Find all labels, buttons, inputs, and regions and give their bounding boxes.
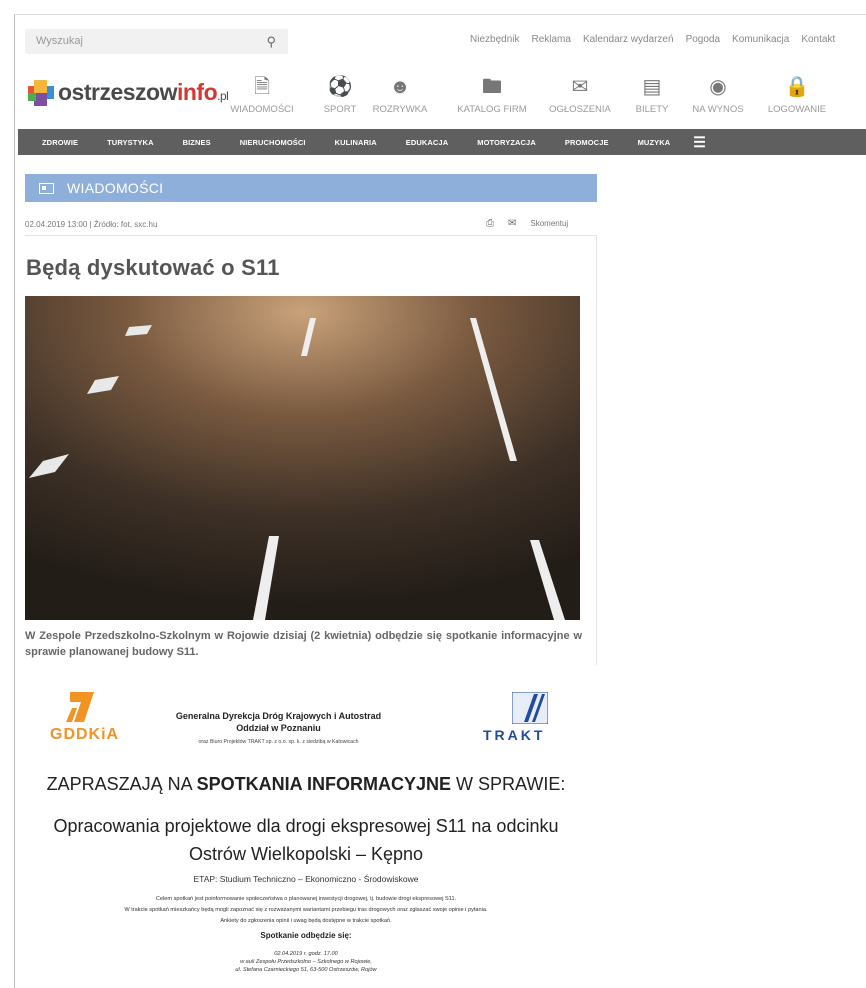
comment-link[interactable]: Skomentuj: [530, 219, 568, 228]
masks-icon: ☻: [389, 76, 411, 98]
section-header: WIADOMOŚCI: [25, 174, 597, 202]
nav-katalog-firm[interactable]: 🖿 KATALOG FIRM: [457, 74, 526, 115]
nav-nieruchomosci[interactable]: NIERUCHOMOŚCI: [240, 138, 306, 147]
nav-kulinaria[interactable]: KULINARIA: [335, 138, 377, 147]
nav-zdrowie[interactable]: ZDROWIE: [42, 138, 78, 147]
article-meta: 02.04.2019 13:00 | Źródło: fot. sxc.hu: [25, 220, 158, 229]
column-divider: [596, 235, 597, 665]
tickets-icon: ▤: [642, 76, 662, 98]
toplink-pogoda[interactable]: Pogoda: [686, 34, 720, 45]
search-box[interactable]: Wyszukaj ⚲: [25, 29, 288, 54]
category-nav: ZDROWIE TURYSTYKA BIZNES NIERUCHOMOŚCI K…: [18, 129, 866, 155]
nav-rozrywka[interactable]: ☻ ROZRYWKA: [373, 74, 428, 115]
folder-icon: 🖿: [481, 76, 502, 98]
divider: [25, 235, 597, 236]
trakt-logo-icon: [511, 691, 549, 729]
plate-icon: ◉: [709, 76, 727, 98]
gddkia-logo-icon: [64, 690, 96, 729]
poster-body: Celem spotkań jest poinformowanie społec…: [124, 896, 488, 924]
hamburger-menu-icon[interactable]: ☰: [693, 134, 706, 151]
nav-wiadomosci[interactable]: 🗎 WIADOMOŚCI: [230, 74, 293, 115]
top-links: Niezbędnik Reklama Kalendarz wydarzeń Po…: [470, 34, 866, 45]
article-actions: ⎙ ✉ Skomentuj: [486, 218, 568, 229]
mail-icon[interactable]: ✉: [508, 218, 516, 229]
toplink-kalendarz[interactable]: Kalendarz wydarzeń: [583, 34, 674, 45]
nav-muzyka[interactable]: MUZYKA: [638, 138, 671, 147]
toplink-niezbednik[interactable]: Niezbędnik: [470, 34, 519, 45]
newspaper-icon: [39, 182, 54, 194]
article-lead: W Zespole Przedszkolno-Szkolnym w Rojowi…: [25, 630, 582, 658]
nav-logowanie[interactable]: 🔒 LOGOWANIE: [768, 74, 826, 115]
toplink-reklama[interactable]: Reklama: [531, 34, 570, 45]
poster-project-line2: Ostrów Wielkopolski – Kępno: [188, 844, 424, 864]
nav-promocje[interactable]: PROMOCJE: [565, 138, 609, 147]
nav-na-wynos[interactable]: ◉ NA WYNOS: [692, 74, 743, 115]
organizer-block: Generalna Dyrekcja Dróg Krajowych i Auto…: [175, 711, 382, 745]
poster-when-title: Spotkanie odbędzie się:: [260, 931, 352, 940]
nav-motoryzacja[interactable]: MOTORYZACJA: [477, 138, 536, 147]
search-icon[interactable]: ⚲: [266, 34, 276, 50]
gddkia-wordmark: GDDKiA: [50, 726, 120, 743]
search-input[interactable]: Wyszukaj: [36, 35, 83, 47]
nav-turystyka[interactable]: TURYSTYKA: [107, 138, 153, 147]
trakt-wordmark: TRAKT: [483, 727, 546, 743]
icon-nav: 🗎 WIADOMOŚCI ⚽ SPORT ☻ ROZRYWKA 🖿 KATALOG FI…: [0, 74, 866, 124]
nav-edukacja[interactable]: EDUKACJA: [406, 138, 448, 147]
nav-ogloszenia[interactable]: ✉ OGŁOSZENIA: [549, 74, 611, 115]
section-title: WIADOMOŚCI: [67, 180, 164, 196]
nav-sport[interactable]: ⚽ SPORT: [324, 74, 357, 115]
document-icon: 🗎: [253, 76, 271, 98]
poster-project-line1: Opracowania projektowe dla drogi ekspres…: [53, 816, 559, 836]
ball-icon: ⚽: [327, 76, 353, 98]
event-poster: GDDKiA Generalna Dyrekcja Dróg Krajowych…: [16, 680, 596, 988]
article-photo: [25, 296, 580, 620]
toplink-kontakt[interactable]: Kontakt: [801, 34, 835, 45]
article-title: Będą dyskutować o S11: [26, 255, 280, 280]
poster-invite: ZAPRASZAJĄ NA SPOTKANIA INFORMACYJNE W S…: [46, 774, 566, 794]
toplink-komunikacja[interactable]: Komunikacja: [732, 34, 789, 45]
lock-icon: 🔒: [784, 76, 810, 98]
print-icon[interactable]: ⎙: [486, 218, 494, 229]
chat-icon: ✉: [571, 76, 589, 98]
nav-biznes[interactable]: BIZNES: [183, 138, 211, 147]
poster-stage: ETAP: Studium Techniczno – Ekonomiczno -…: [193, 874, 419, 884]
poster-when-details: 02.04.2019 r. godz. 17.00 w auli Zespołu…: [235, 951, 377, 973]
nav-bilety[interactable]: ▤ BILETY: [636, 74, 669, 115]
